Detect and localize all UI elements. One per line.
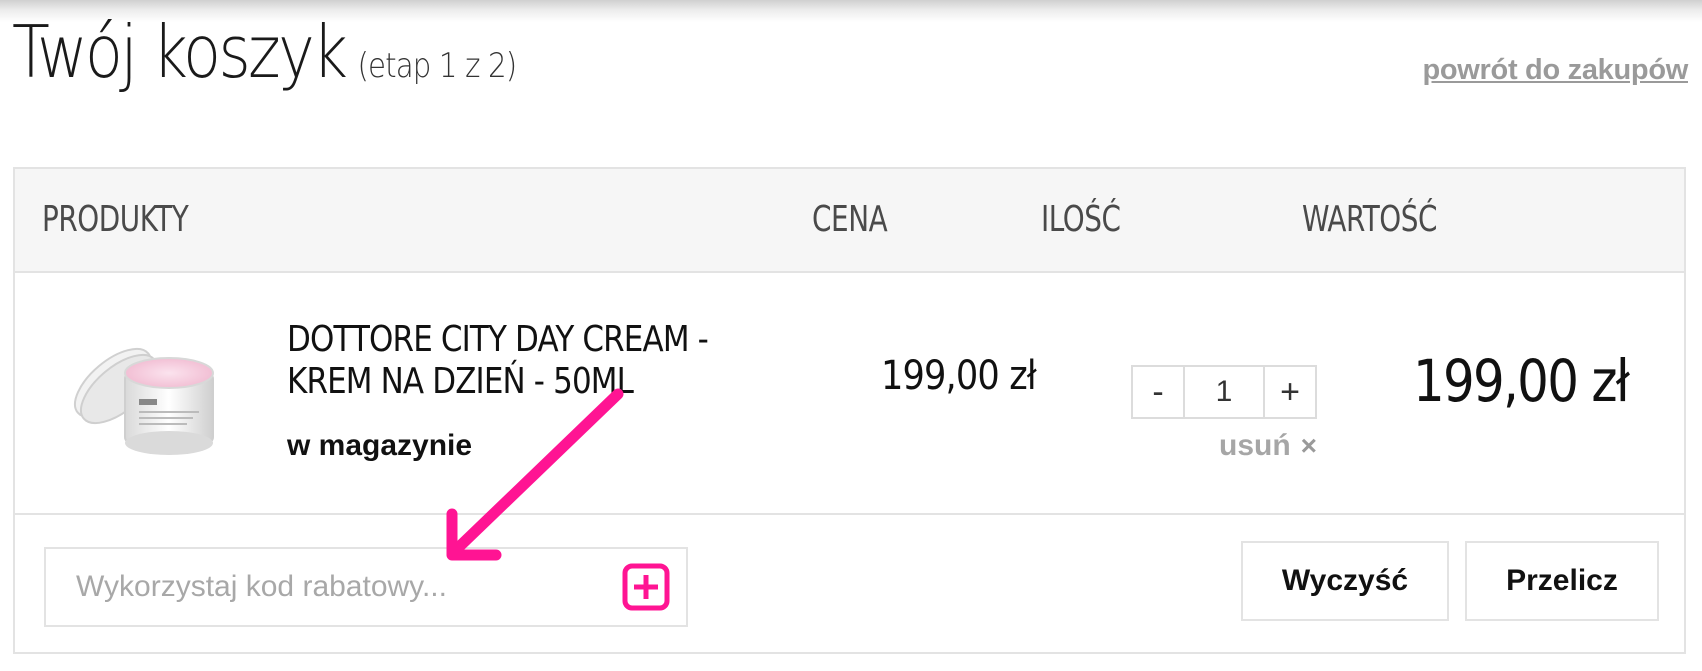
remove-item-label: usuń	[1219, 429, 1291, 462]
cart-item-row: DOTTORE CITY DAY CREAM - KREM NA DZIEŃ -…	[15, 273, 1684, 515]
coupon-input[interactable]	[46, 556, 618, 618]
cream-jar-image	[74, 347, 214, 455]
quantity-increase-button[interactable]: +	[1263, 367, 1315, 417]
add-coupon-icon[interactable]	[622, 563, 670, 611]
column-header-price: CENA	[812, 199, 888, 240]
stock-status: w magazynie	[287, 429, 473, 462]
page-title-text: Twój koszyk	[12, 10, 348, 94]
page-title: Twój koszyk (etap 1 z 2)	[12, 16, 517, 88]
remove-item-button[interactable]: usuń ×	[1219, 429, 1317, 463]
product-image[interactable]	[43, 313, 233, 473]
column-header-products: PRODUKTY	[42, 199, 189, 240]
cart-table-header: PRODUKTY CENA ILOŚĆ WARTOŚĆ	[15, 169, 1684, 273]
recalculate-button[interactable]: Przelicz	[1465, 541, 1659, 621]
line-total: 199,00 zł	[1413, 347, 1630, 415]
checkout-step: (etap 1 z 2)	[357, 46, 517, 86]
product-name[interactable]: DOTTORE CITY DAY CREAM - KREM NA DZIEŃ -…	[287, 319, 769, 403]
quantity-input[interactable]: 1	[1185, 367, 1263, 417]
cart-table: PRODUKTY CENA ILOŚĆ WARTOŚĆ DOTTORE CITY…	[13, 167, 1686, 654]
close-icon: ×	[1300, 430, 1318, 461]
cart-page: Twój koszyk (etap 1 z 2) powrót do zakupó…	[0, 0, 1702, 671]
quantity-decrease-button[interactable]: -	[1133, 367, 1185, 417]
coupon-field	[44, 547, 688, 627]
quantity-stepper: - 1 +	[1131, 365, 1317, 419]
clear-cart-button[interactable]: Wyczyść	[1241, 541, 1449, 621]
unit-price: 199,00 zł	[881, 353, 1037, 399]
column-header-value: WARTOŚĆ	[1302, 199, 1438, 240]
back-to-shopping-link[interactable]: powrót do zakupów	[1422, 54, 1688, 87]
column-header-quantity: ILOŚĆ	[1041, 199, 1121, 240]
